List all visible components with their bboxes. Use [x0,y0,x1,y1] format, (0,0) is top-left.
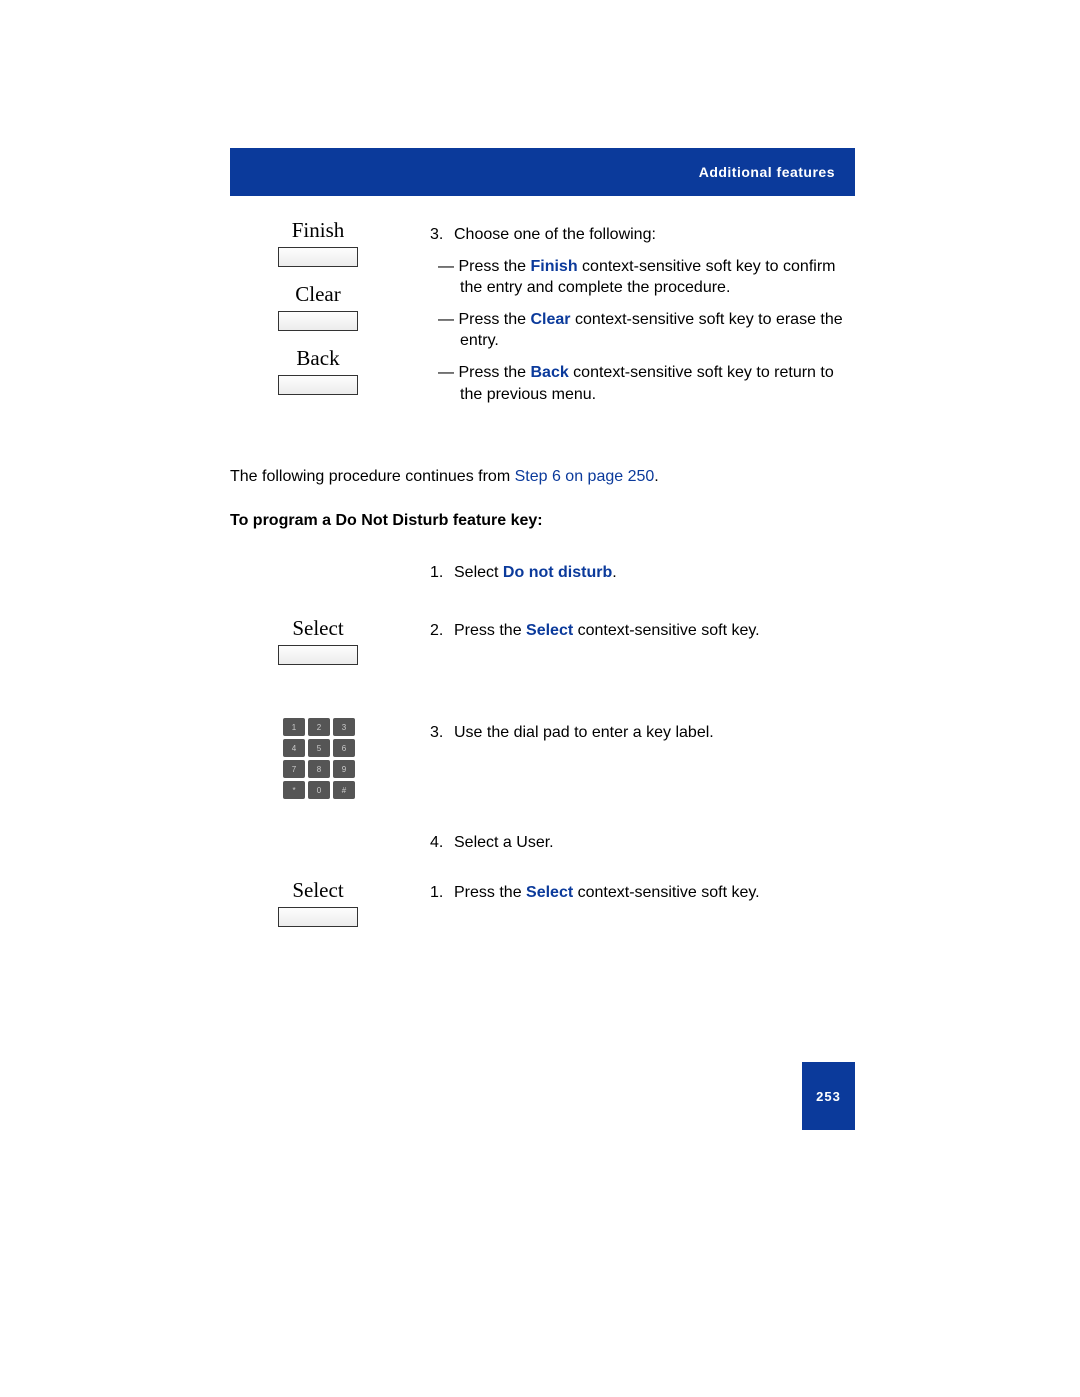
select-keyword-2: Select [526,884,573,901]
softkey-back-label: Back [278,346,358,371]
softkey-finish-label: Finish [278,218,358,243]
clear-keyword: Clear [530,311,570,328]
softkey-clear-group: Clear [278,282,358,331]
step3-text: Choose one of the following: [454,226,656,243]
dnd-step1: 1.Select Do not disturb. [430,562,850,584]
finish-keyword: Finish [530,258,577,275]
step6-link[interactable]: Step 6 on page 250 [515,468,655,485]
dnd-step2: 2.Press the Select context-sensitive sof… [430,620,850,642]
procedure-heading: To program a Do Not Disturb feature key: [230,512,855,530]
softkey-select2-label: Select [278,878,358,903]
softkey-select1-label: Select [278,616,358,641]
softkey-finish-group: Finish [278,218,358,267]
softkey-clear-label: Clear [278,282,358,307]
page-number-box: 253 [802,1062,855,1130]
dnd-step4: 4.Select a User. [430,832,850,854]
page-header: Additional features [230,148,855,196]
softkey-back-group: Back [278,346,358,395]
step3-num: 3. [430,224,454,246]
step3-line: 3.Choose one of the following: [430,224,850,246]
dnd-step3: 3.Use the dial pad to enter a key label. [430,722,850,744]
select-keyword-1: Select [526,622,573,639]
continue-text: The following procedure continues from S… [230,468,855,486]
header-title: Additional features [699,164,835,180]
softkey-clear-button[interactable] [278,311,358,331]
softkey-select2-group: Select [278,878,358,927]
softkey-back-button[interactable] [278,375,358,395]
dialpad-icon: 123 456 789 *0# [283,718,355,802]
softkey-select1-group: Select [278,616,358,665]
document-page: Additional features Finish Clear Back 3.… [0,0,1080,1397]
step3-bullet2: Press the Clear context-sensitive soft k… [460,309,850,352]
step3-bullet1: Press the Finish context-sensitive soft … [460,256,850,299]
softkey-select1-button[interactable] [278,645,358,665]
dnd-step5: 1.Press the Select context-sensitive sof… [430,882,850,904]
page-number: 253 [816,1089,841,1104]
softkey-select2-button[interactable] [278,907,358,927]
softkey-finish-button[interactable] [278,247,358,267]
dnd-keyword: Do not disturb [503,564,612,581]
step3-content: 3.Choose one of the following: Press the… [430,224,850,405]
back-keyword: Back [530,364,568,381]
step3-bullet3: Press the Back context-sensitive soft ke… [460,362,850,405]
